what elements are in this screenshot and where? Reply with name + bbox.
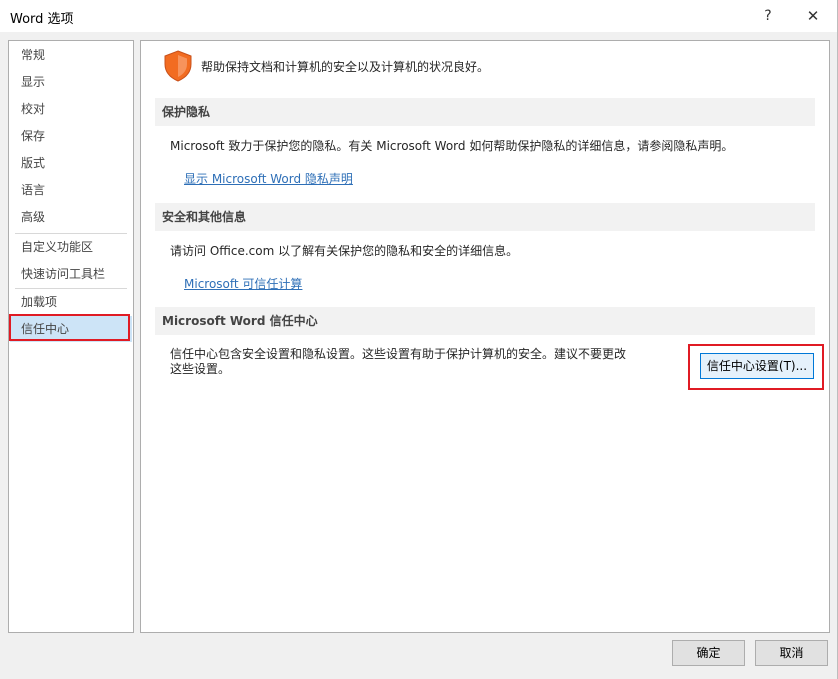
trust-center-description-line: 这些设置。 [170,362,231,376]
title-bar: Word 选项 ? ✕ [0,0,838,32]
ok-button[interactable]: 确定 [672,640,745,666]
trust-center-section-heading: Microsoft Word 信任中心 [155,307,815,335]
sidebar-item-advanced[interactable]: 高级 [10,204,132,230]
privacy-statement-link[interactable]: 显示 Microsoft Word 隐私声明 [184,170,353,187]
sidebar-item-save[interactable]: 保存 [10,123,132,149]
trust-center-description-line: 信任中心包含安全设置和隐私设置。这些设置有助于保护计算机的安全。建议不要更改 [170,347,627,361]
privacy-description: Microsoft 致力于保护您的隐私。有关 Microsoft Word 如何… [170,139,734,153]
trust-center-button-highlight [688,344,824,390]
sidebar-item-proofing[interactable]: 校对 [10,96,132,122]
trustworthy-computing-link[interactable]: Microsoft 可信任计算 [184,275,302,292]
cancel-button[interactable]: 取消 [755,640,828,666]
sidebar-item-display[interactable]: 显示 [10,69,132,95]
security-section-heading: 安全和其他信息 [155,203,815,231]
sidebar-item-general[interactable]: 常规 [10,42,132,68]
content-panel: 帮助保持文档和计算机的安全以及计算机的状况良好。 保护隐私 Microsoft … [140,40,830,633]
sidebar-item-quick-access-toolbar[interactable]: 快速访问工具栏 [10,261,132,287]
shield-icon [164,50,192,82]
trust-center-description: 信任中心包含安全设置和隐私设置。这些设置有助于保护计算机的安全。建议不要更改 这… [170,347,640,377]
sidebar-item-add-ins[interactable]: 加载项 [10,289,132,315]
help-button[interactable]: ? [748,0,788,32]
sidebar-item-language[interactable]: 语言 [10,177,132,203]
close-button[interactable]: ✕ [793,0,833,32]
page-description: 帮助保持文档和计算机的安全以及计算机的状况良好。 [201,60,490,74]
trust-center-nav-highlight [9,314,130,341]
window-title: Word 选项 [10,12,74,27]
sidebar-item-customize-ribbon[interactable]: 自定义功能区 [10,234,132,260]
privacy-section-heading: 保护隐私 [155,98,815,126]
sidebar-item-layout[interactable]: 版式 [10,150,132,176]
security-description: 请访问 Office.com 以了解有关保护您的隐私和安全的详细信息。 [170,244,519,258]
